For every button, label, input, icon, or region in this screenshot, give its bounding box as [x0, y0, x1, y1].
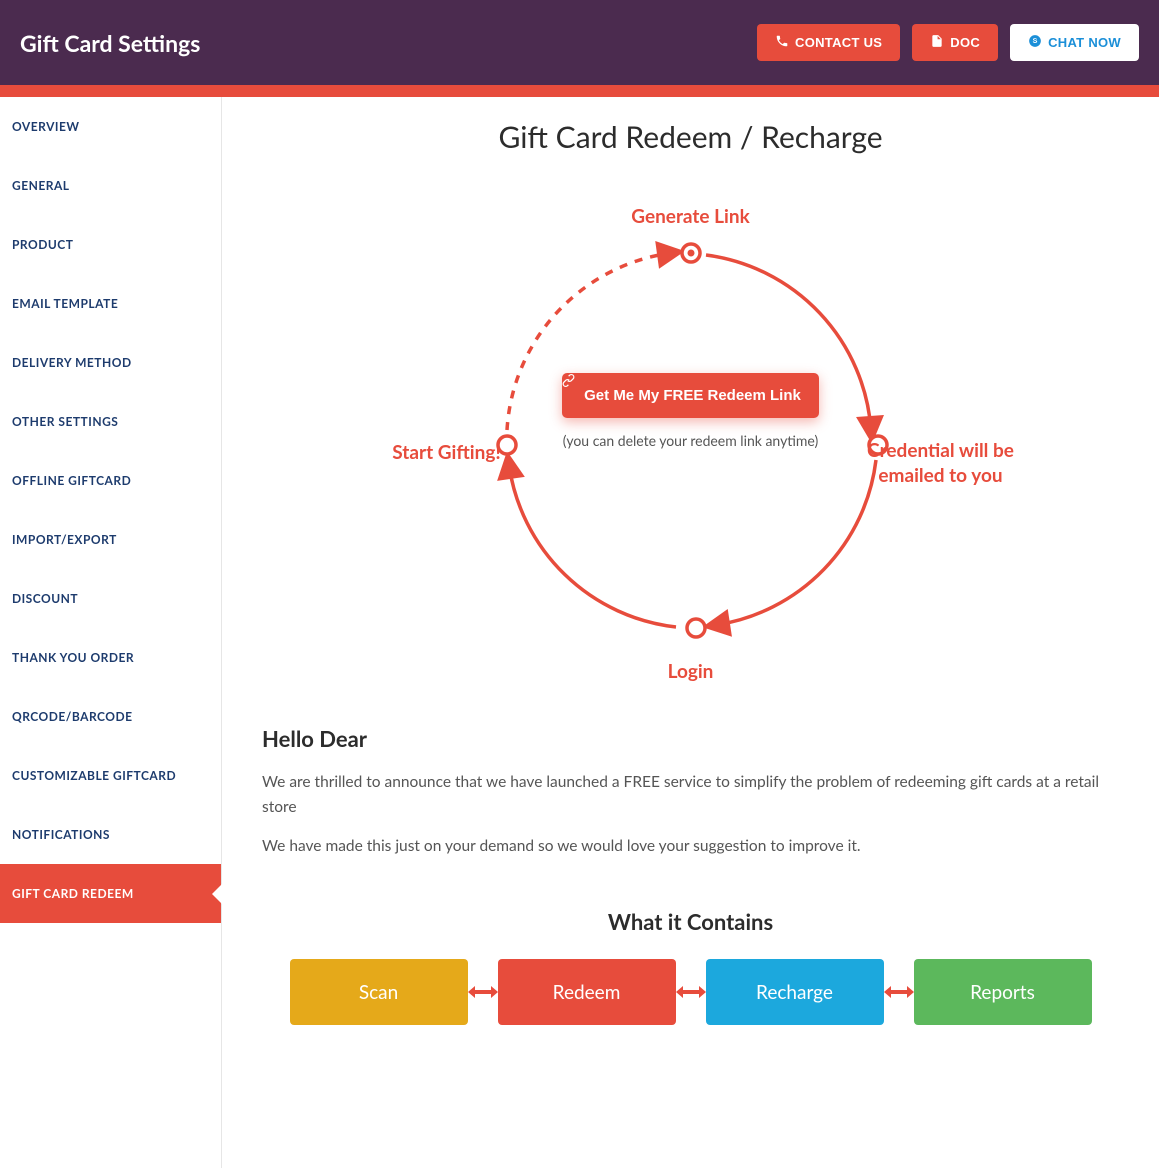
- sidebar-item-import-export[interactable]: IMPORT/EXPORT: [0, 510, 221, 569]
- get-redeem-link-label: Get Me My FREE Redeem Link: [584, 387, 801, 404]
- chat-now-label: CHAT NOW: [1048, 35, 1121, 50]
- sidebar-item-delivery-method[interactable]: DELIVERY METHOD: [0, 333, 221, 392]
- sidebar-item-customizable-giftcard[interactable]: CUSTOMIZABLE GIFTCARD: [0, 746, 221, 805]
- main-content: Gift Card Redeem / Recharge: [222, 97, 1159, 1168]
- page-title: Gift Card Settings: [20, 29, 200, 57]
- header-actions: CONTACT US DOC CHAT NOW: [757, 24, 1139, 61]
- diagram-subtext: (you can delete your redeem link anytime…: [561, 430, 821, 452]
- feature-tile-recharge: Recharge: [706, 959, 884, 1025]
- hello-heading: Hello Dear: [262, 725, 1119, 752]
- double-arrow-icon: [884, 985, 914, 999]
- doc-label: DOC: [950, 35, 980, 50]
- sidebar-item-general[interactable]: GENERAL: [0, 156, 221, 215]
- skype-icon: [1028, 34, 1042, 51]
- sidebar: OVERVIEWGENERALPRODUCTEMAIL TEMPLATEDELI…: [0, 97, 222, 1168]
- main-title: Gift Card Redeem / Recharge: [262, 119, 1119, 155]
- sidebar-item-gift-card-redeem[interactable]: GIFT CARD REDEEM: [0, 864, 221, 923]
- sidebar-item-email-template[interactable]: EMAIL TEMPLATE: [0, 274, 221, 333]
- chat-now-button[interactable]: CHAT NOW: [1010, 24, 1139, 61]
- double-arrow-icon: [468, 985, 498, 999]
- sidebar-item-overview[interactable]: OVERVIEW: [0, 97, 221, 156]
- phone-icon: [775, 34, 789, 51]
- sidebar-item-notifications[interactable]: NOTIFICATIONS: [0, 805, 221, 864]
- feature-tiles: Scan Redeem Recharge Reports: [262, 959, 1119, 1025]
- double-arrow-icon: [676, 985, 706, 999]
- sidebar-item-offline-giftcard[interactable]: OFFLINE GIFTCARD: [0, 451, 221, 510]
- process-diagram: Generate Link Credential will be emailed…: [431, 205, 951, 685]
- feature-tile-scan: Scan: [290, 959, 468, 1025]
- get-redeem-link-button[interactable]: Get Me My FREE Redeem Link: [562, 373, 819, 418]
- sidebar-item-discount[interactable]: DISCOUNT: [0, 569, 221, 628]
- doc-button[interactable]: DOC: [912, 24, 998, 61]
- document-icon: [930, 34, 944, 51]
- sidebar-item-product[interactable]: PRODUCT: [0, 215, 221, 274]
- sidebar-item-other-settings[interactable]: OTHER SETTINGS: [0, 392, 221, 451]
- diagram-label-credential: Credential will be emailed to you: [851, 439, 1031, 488]
- intro-paragraph-1: We are thrilled to announce that we have…: [262, 770, 1119, 820]
- contact-us-label: CONTACT US: [795, 35, 882, 50]
- sidebar-item-qrcode-barcode[interactable]: QRCODE/BARCODE: [0, 687, 221, 746]
- feature-tile-redeem: Redeem: [498, 959, 676, 1025]
- diagram-label-login: Login: [668, 660, 714, 685]
- diagram-label-start: Start Gifting!: [367, 441, 527, 466]
- accent-bar: [0, 85, 1159, 97]
- intro-paragraph-2: We have made this just on your demand so…: [262, 834, 1119, 859]
- sidebar-item-thank-you-order[interactable]: THANK YOU ORDER: [0, 628, 221, 687]
- diagram-center: Get Me My FREE Redeem Link (you can dele…: [561, 373, 821, 452]
- diagram-label-generate: Generate Link: [631, 205, 749, 230]
- what-it-contains-heading: What it Contains: [262, 908, 1119, 935]
- contact-us-button[interactable]: CONTACT US: [757, 24, 900, 61]
- header: Gift Card Settings CONTACT US DOC CHAT N…: [0, 0, 1159, 85]
- feature-tile-reports: Reports: [914, 959, 1092, 1025]
